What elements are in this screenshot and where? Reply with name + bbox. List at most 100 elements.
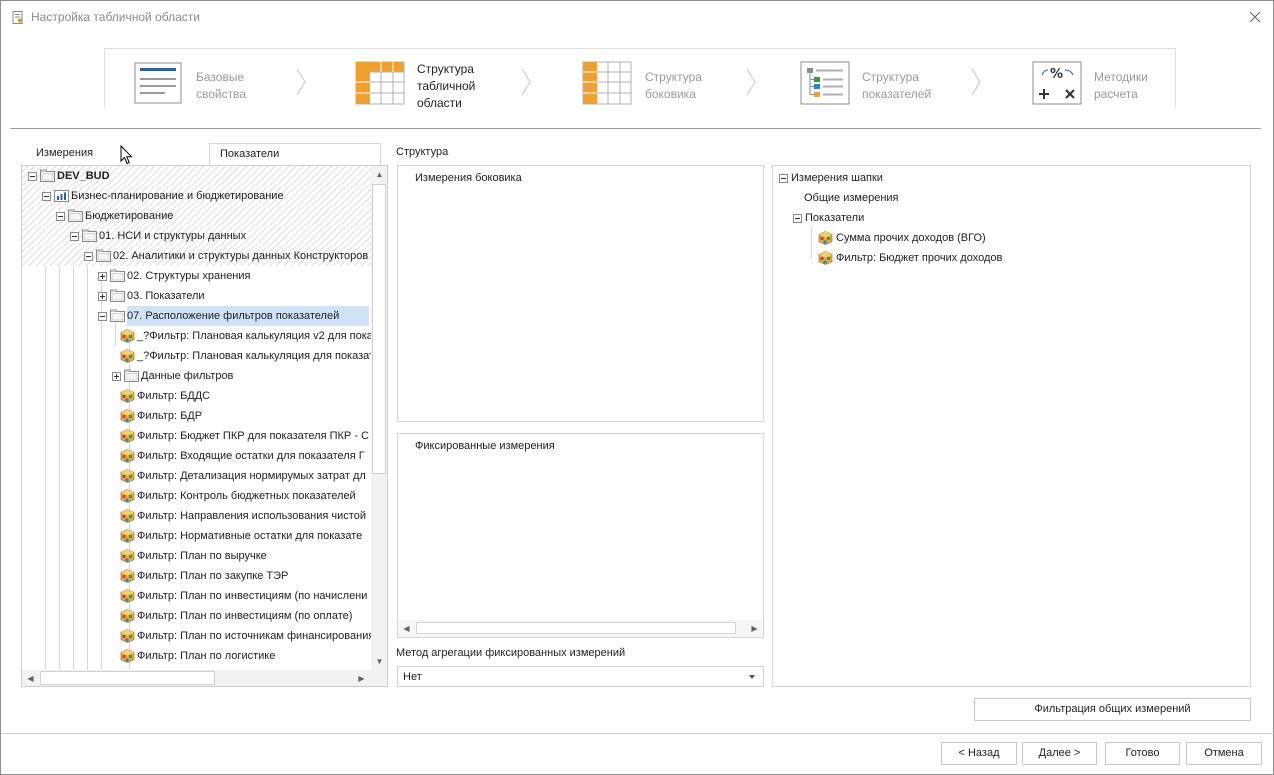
filter-common-dims-button[interactable]: Фильтрация общих измерений (974, 698, 1251, 721)
tree-node[interactable]: Фильтр: Входящие остатки для показателя … (22, 446, 371, 466)
expand-icon[interactable] (98, 292, 107, 301)
node-label: Фильтр: Контроль бюджетных показателей (137, 490, 356, 502)
collapse-icon[interactable] (42, 192, 51, 201)
tree-node[interactable]: Фильтр: Детализация нормирумых затрат дл (22, 466, 371, 486)
step-indicators-structure[interactable]: Структура показателей (800, 49, 960, 109)
scroll-down-icon[interactable]: ▼ (371, 653, 387, 670)
node-label: Общие измерения (804, 192, 899, 204)
horizontal-scrollbar[interactable]: ◀ ▶ (398, 620, 763, 637)
tree-node[interactable]: Фильтр: Бюджет ПКР для показателя ПКР - … (22, 426, 371, 446)
scroll-left-icon[interactable]: ◀ (22, 670, 39, 686)
folder-icon (82, 229, 97, 242)
tree-node[interactable]: Фильтр: План по инвестициям (по начислен… (22, 586, 371, 606)
node-label: Измерения шапки (791, 172, 883, 184)
tree-node[interactable]: Фильтр: БДР (22, 406, 371, 426)
tree-node[interactable]: Фильтр: Нормативные остатки для показате (22, 526, 371, 546)
horizontal-scrollbar[interactable]: ◀ ▶ (22, 670, 387, 686)
indicators-tree[interactable]: DEV_BUD Бизнес-планирование и бюджетирова… (21, 165, 388, 687)
node-label: Фильтр: План по источникам финансировани… (137, 630, 371, 642)
next-button[interactable]: Далее > (1022, 742, 1097, 765)
step-base-properties[interactable]: Базовые свойства (133, 49, 293, 109)
tree-node[interactable]: Фильтр: План по логистике (22, 646, 371, 666)
scroll-up-icon[interactable]: ▲ (371, 166, 387, 183)
tab-indicators[interactable]: Показатели (209, 143, 381, 166)
document-settings-icon (12, 11, 23, 24)
tree-node[interactable]: Бюджетирование (22, 206, 371, 226)
step-sidebar-structure[interactable]: Структура боковика (582, 49, 732, 109)
cube-icon (120, 449, 135, 463)
cube-icon (120, 529, 135, 543)
tree-node[interactable]: 02. Аналитики и структуры данных Констру… (22, 246, 371, 266)
tree-node[interactable]: _?Фильтр: Плановая калькуляция для показ… (22, 346, 371, 366)
close-icon[interactable] (1245, 7, 1265, 27)
tree-node[interactable]: DEV_BUD (22, 166, 371, 186)
cube-icon (120, 589, 135, 603)
collapse-icon[interactable] (84, 252, 93, 261)
tree-node[interactable]: Фильтр: План по выручке (22, 546, 371, 566)
node-label: _?Фильтр: Плановая калькуляция для показ… (137, 350, 371, 362)
aggregation-label: Метод агрегации фиксированных измерений (396, 647, 626, 659)
node-label: Фильтр: План по закупке ТЭР (137, 570, 289, 582)
node-label: DEV_BUD (57, 170, 110, 182)
side-dimensions-box[interactable]: Измерения боковика (397, 165, 764, 422)
tree-guide (811, 226, 812, 258)
tree-node[interactable]: Фильтр: План по источникам финансировани… (22, 626, 371, 646)
vertical-scrollbar[interactable]: ▲ ▼ (371, 166, 387, 670)
scroll-left-icon[interactable]: ◀ (398, 620, 415, 637)
scroll-right-icon[interactable]: ▶ (746, 620, 763, 637)
node-label: 02. Аналитики и структуры данных Констру… (113, 250, 369, 262)
scroll-thumb[interactable] (40, 671, 215, 685)
node-label: Фильтр: План по выручке (137, 550, 267, 562)
cube-icon (120, 429, 135, 443)
divider (1, 733, 1274, 734)
collapse-icon[interactable] (70, 232, 79, 241)
back-button[interactable]: < Назад (941, 742, 1017, 765)
done-button[interactable]: Готово (1105, 742, 1180, 765)
fixed-dimensions-box[interactable]: Фиксированные измерения ◀ ▶ (397, 433, 764, 638)
tree-node[interactable]: 01. НСИ и структуры данных (22, 226, 371, 246)
cube-icon (120, 509, 135, 523)
aggregation-value: Нет (403, 671, 422, 683)
expand-icon[interactable] (98, 272, 107, 281)
header-dimensions-tree[interactable]: Измерения шапки Общие измерения Показате… (772, 165, 1251, 687)
node-label: Фильтр: Входящие остатки для показателя … (137, 450, 365, 462)
tree-node[interactable]: Фильтр: Направления использования чистой (22, 506, 371, 526)
cube-icon (120, 349, 135, 363)
tree-node-common-dims[interactable]: Общие измерения (804, 188, 899, 208)
folder-icon (124, 369, 139, 382)
expand-icon[interactable] (112, 372, 121, 381)
collapse-icon[interactable] (56, 212, 65, 221)
scroll-right-icon[interactable]: ▶ (353, 670, 370, 686)
collapse-icon[interactable] (793, 214, 802, 223)
tree-node[interactable]: 02. Структуры хранения (22, 266, 371, 286)
step-table-structure[interactable]: Структура табличной области (355, 49, 515, 110)
collapse-icon[interactable] (28, 172, 37, 181)
tab-dimensions[interactable]: Измерения (36, 147, 93, 159)
scroll-thumb[interactable] (416, 622, 736, 634)
tree-node[interactable]: _?Фильтр: Плановая калькуляция v2 для по… (22, 326, 371, 346)
tree-node[interactable]: Фильтр: БДДС (22, 386, 371, 406)
tree-node[interactable]: 03. Показатели (22, 286, 371, 306)
step-calc-methods[interactable]: % Методики расчета (1032, 49, 1172, 109)
node-label: 07. Расположение фильтров показателей (127, 306, 370, 326)
node-label: Фильтр: БДР (137, 410, 203, 422)
tree-node[interactable]: Данные фильтров (22, 366, 371, 386)
cancel-button[interactable]: Отмена (1186, 742, 1262, 765)
node-label: 03. Показатели (127, 290, 205, 302)
cube-icon (120, 629, 135, 643)
tree-node[interactable]: Фильтр: План по закупке ТЭР (22, 566, 371, 586)
collapse-icon[interactable] (98, 312, 107, 321)
aggregation-select[interactable]: Нет (397, 666, 764, 687)
chevron-down-icon (749, 675, 755, 679)
chevron-right-icon (971, 68, 981, 96)
tree-node[interactable]: Бизнес-планирование и бюджетирование (22, 186, 371, 206)
tree-node[interactable]: Фильтр: План по инвестициям (по оплате) (22, 606, 371, 626)
tree-node[interactable]: Фильтр: Контроль бюджетных показателей (22, 486, 371, 506)
collapse-icon[interactable] (779, 174, 788, 183)
scroll-thumb[interactable] (372, 184, 386, 474)
chart-folder-icon (54, 190, 69, 202)
svg-text:%: % (1050, 67, 1063, 82)
structure-title: Структура (396, 146, 449, 158)
tree-node[interactable]: 07. Расположение фильтров показателей (22, 306, 371, 326)
wizard-steps: Базовые свойства Структура табличной обл… (104, 48, 1176, 110)
